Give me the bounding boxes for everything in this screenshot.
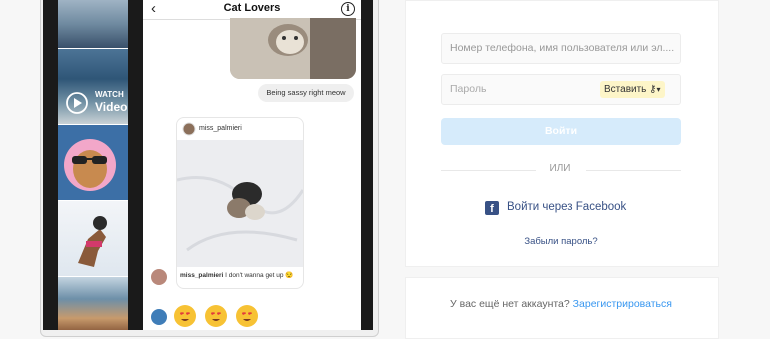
dog-image (78, 216, 107, 267)
sender-avatar (151, 269, 167, 285)
feed-tile-video[interactable]: WATCH Video (58, 49, 128, 124)
feed-tile-sunglasses-cat[interactable] (58, 125, 128, 200)
username-placeholder: Номер телефона, имя пользователя или эл.… (450, 42, 675, 54)
forgot-password-link[interactable]: Забыли пароль? (450, 236, 672, 247)
feed-tile-dog-sky[interactable] (58, 201, 128, 276)
or-text: ИЛИ (549, 163, 571, 174)
info-icon[interactable]: i (341, 2, 355, 16)
facebook-label: Войти через Facebook (507, 201, 627, 213)
shared-post-image (176, 140, 305, 267)
facebook-icon: f (485, 201, 499, 215)
post-author: miss_palmieri (199, 125, 242, 132)
username-field[interactable]: Номер телефона, имя пользователя или эл.… (441, 33, 681, 64)
password-placeholder: Пароль (450, 83, 487, 95)
chat-title: Cat Lovers (223, 2, 281, 14)
paste-button[interactable]: Вставить ⚷▾ (600, 81, 665, 98)
chat-screen: ‹ Cat Lovers i Being sassy right meow mi… (143, 0, 361, 330)
signup-prompt: У вас ещё нет аккаунта? (450, 298, 570, 310)
caption-user: miss_palmieri (180, 272, 224, 279)
video-label: Video (95, 100, 128, 114)
profile-feed: WATCH Video (58, 0, 128, 330)
signup-row: У вас ещё нет аккаунта? Зарегистрировать… (405, 298, 717, 310)
sent-message: Being sassy right meow (258, 84, 354, 102)
chevron-down-icon: ▾ (656, 85, 661, 94)
heart-eyes-cat-emoji (174, 305, 196, 327)
feed-tile-coast[interactable] (58, 277, 128, 330)
heart-eyes-cat-emoji (236, 305, 258, 327)
chat-header: ‹ Cat Lovers i (143, 0, 361, 20)
feed-tile-beach[interactable] (58, 0, 128, 48)
heart-eyes-cat-emoji (205, 305, 227, 327)
divider-left (441, 170, 536, 171)
sender-avatar-2 (151, 309, 167, 325)
key-icon: ⚷ (649, 84, 657, 95)
divider-right (586, 170, 681, 171)
paste-label: Вставить (604, 84, 647, 95)
shared-post[interactable]: miss_palmieri miss_palmieri I don't wann… (176, 117, 305, 289)
post-caption: miss_palmieri I don't wanna get up 😒 (180, 271, 293, 279)
cat-on-bed-image (176, 140, 305, 267)
received-cat-photo[interactable] (230, 18, 356, 79)
sunglasses-cat-image (64, 139, 116, 191)
cat-photo-image (230, 18, 356, 79)
caption-text: I don't wanna get up 😒 (225, 272, 294, 279)
signup-link[interactable]: Зарегистрироваться (573, 298, 672, 310)
watch-label: WATCH (95, 90, 124, 99)
avatar (182, 122, 196, 136)
login-button[interactable]: Войти (441, 118, 681, 145)
